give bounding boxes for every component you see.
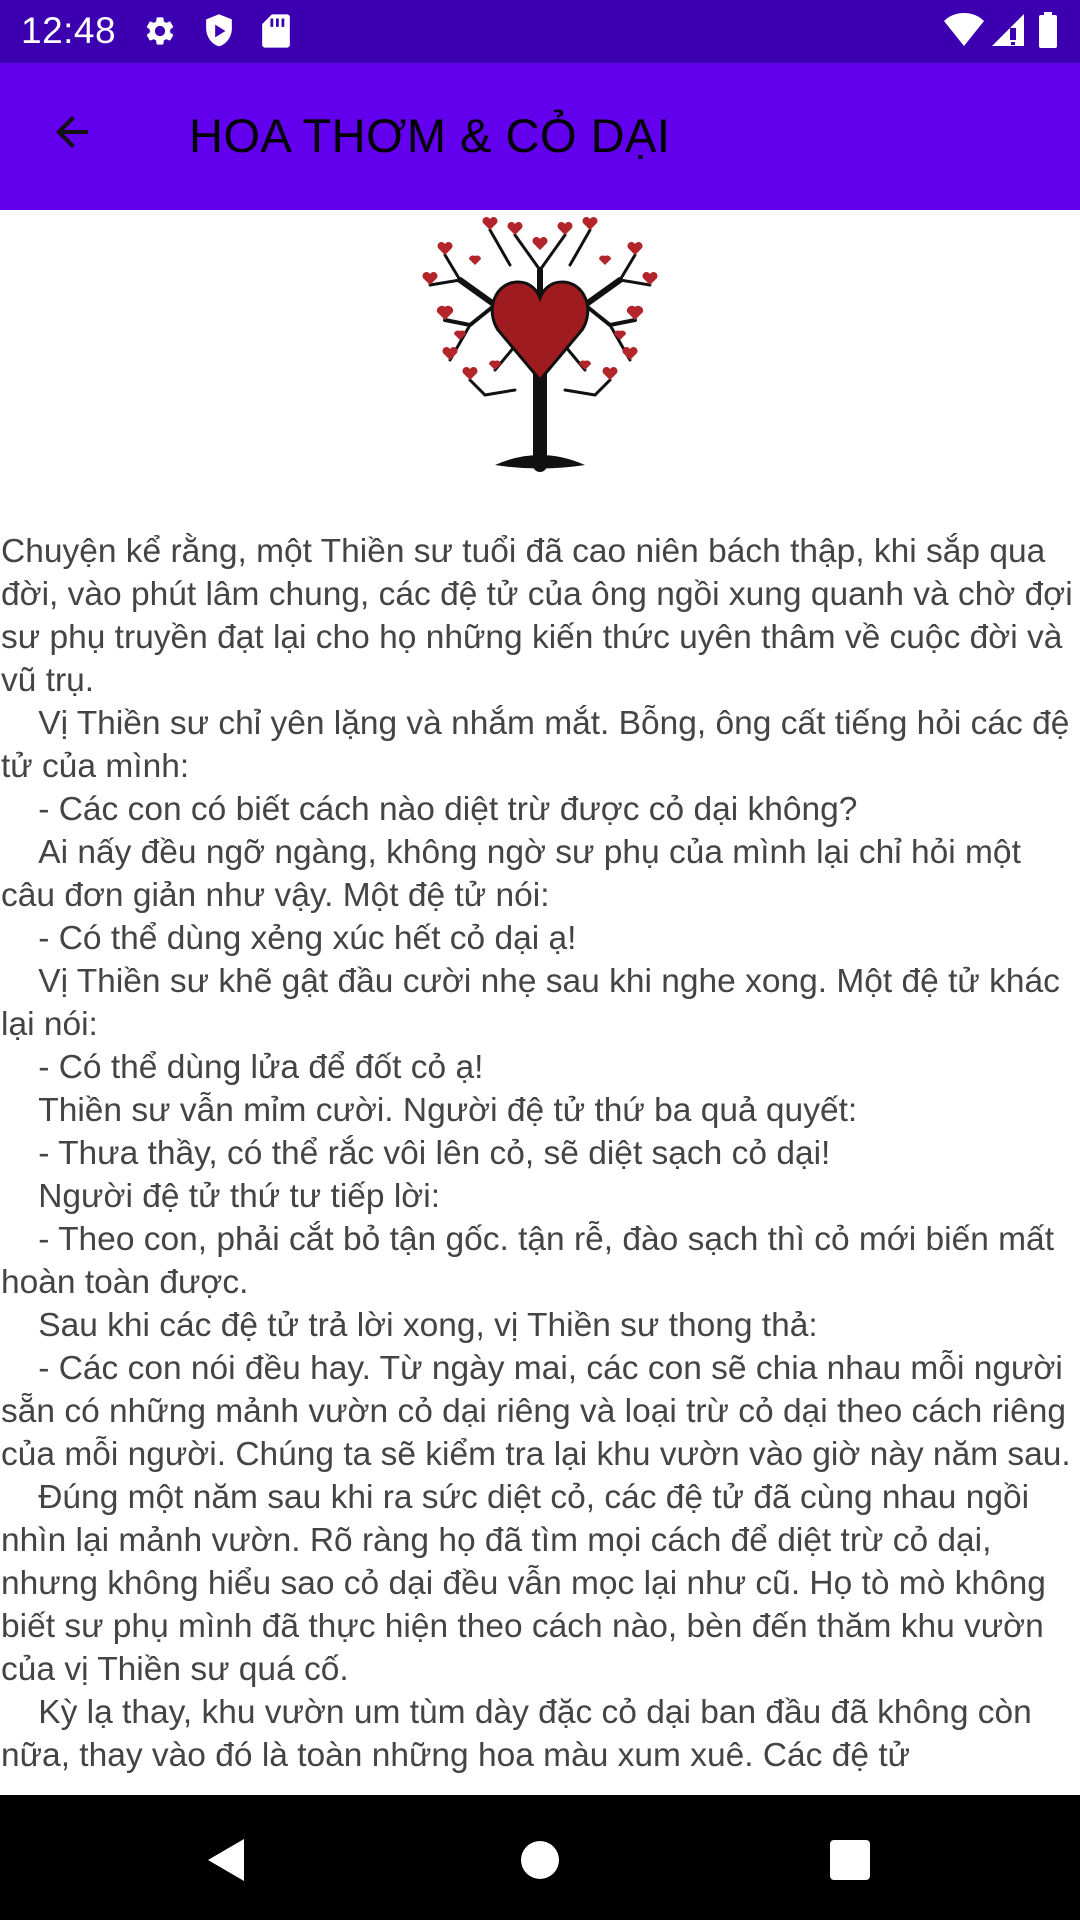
battery-icon [1039, 12, 1057, 48]
story-scroll-area[interactable]: Chuyện kể rằng, một Thiền sư tuổi đã cao… [0, 530, 1080, 1795]
back-button[interactable] [40, 100, 104, 164]
story-text: Chuyện kể rằng, một Thiền sư tuổi đã cao… [1, 533, 1073, 1774]
back-triangle-icon [208, 1839, 244, 1881]
nav-home-button[interactable] [505, 1825, 575, 1895]
heart-tree-illustration [422, 216, 658, 472]
recents-square-icon [830, 1840, 870, 1880]
home-circle-icon [521, 1841, 559, 1879]
nav-back-button[interactable] [191, 1825, 261, 1895]
sd-card-icon [262, 14, 290, 48]
shield-icon [206, 14, 232, 47]
page-title: HOA THƠM & CỎ DẠI [189, 109, 671, 162]
arrow-back-icon [56, 116, 88, 148]
status-bar: 12:48 [0, 0, 1080, 63]
navigation-bar [0, 1795, 1080, 1920]
nav-recents-button[interactable] [815, 1825, 885, 1895]
gear-icon [146, 17, 174, 45]
status-time: 12:48 [21, 10, 117, 51]
wifi-icon [944, 13, 984, 46]
signal-icon [992, 14, 1024, 46]
